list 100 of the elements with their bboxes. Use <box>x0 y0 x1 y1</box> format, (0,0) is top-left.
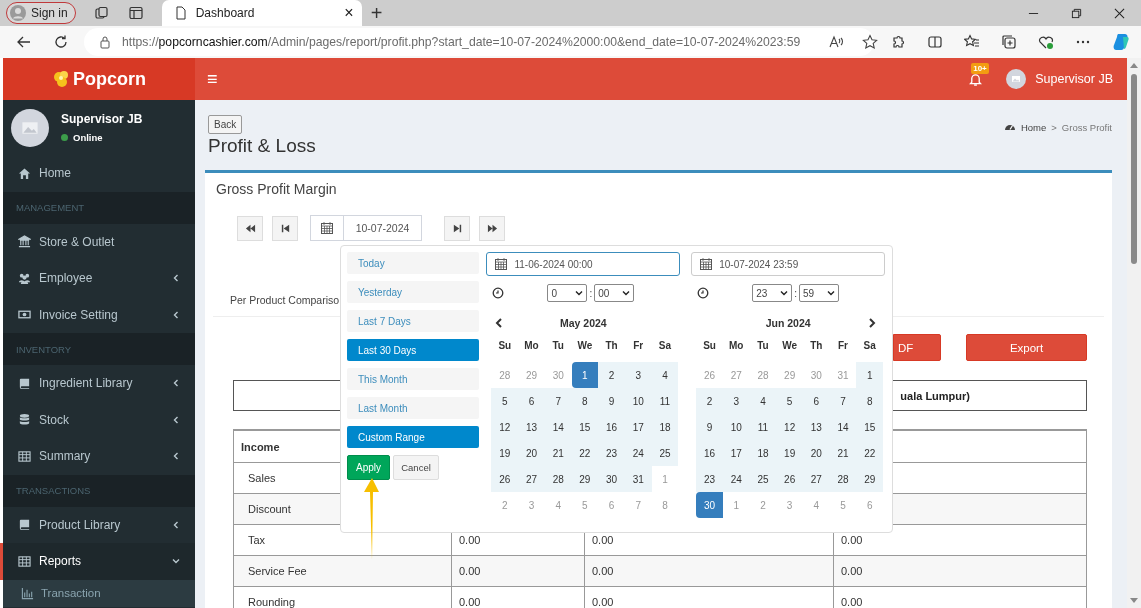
range-option[interactable]: Last 30 Days <box>347 339 480 361</box>
calendar-day[interactable]: 13 <box>518 414 545 440</box>
calendar-day[interactable]: 27 <box>518 466 545 492</box>
calendar-day[interactable]: 8 <box>856 388 884 414</box>
tab-actions-icon[interactable] <box>127 5 144 21</box>
cancel-button[interactable]: Cancel <box>393 455 439 480</box>
browser-tab[interactable]: Dashboard × <box>161 0 362 26</box>
range-option[interactable]: This Month <box>347 368 480 390</box>
calendar-day[interactable]: 21 <box>829 440 857 466</box>
calendar-day[interactable]: 7 <box>544 388 572 414</box>
calendar-day[interactable]: 11 <box>651 388 679 414</box>
calendar-day[interactable]: 27 <box>803 466 830 492</box>
user-name[interactable]: Supervisor JB <box>1035 72 1113 86</box>
new-tab-button[interactable]: + <box>370 1 383 25</box>
menu-toggle[interactable]: ≡ <box>207 68 218 90</box>
sidebar-item[interactable]: Home <box>0 155 195 192</box>
sidebar-item[interactable]: Summary <box>0 438 195 475</box>
range-option[interactable]: Today <box>347 252 480 274</box>
calendar-day[interactable]: 17 <box>624 414 652 440</box>
calendar-day[interactable]: 10 <box>624 388 652 414</box>
calendar-day[interactable]: 11 <box>749 414 777 440</box>
range-option[interactable]: Yesterday <box>347 281 480 303</box>
tab[interactable]: Per Product Compariso <box>230 293 340 306</box>
calendar-day[interactable]: 25 <box>749 466 777 492</box>
calendar-day[interactable]: 5 <box>491 388 519 414</box>
sidebar-item[interactable]: Employee <box>0 260 195 297</box>
range-option[interactable]: Last Month <box>347 397 480 419</box>
calendar-day[interactable]: 31 <box>624 466 652 492</box>
avatar-icon[interactable] <box>1006 69 1027 89</box>
calendar-day[interactable]: 6 <box>803 388 830 414</box>
next-button[interactable] <box>444 215 470 241</box>
calendar-day[interactable]: 18 <box>749 440 777 466</box>
calendar-day[interactable]: 12 <box>776 414 803 440</box>
calendar-day[interactable]: 26 <box>491 466 519 492</box>
copilot-icon[interactable] <box>1112 32 1132 52</box>
calendar-day[interactable]: 25 <box>651 440 679 466</box>
calendar-day[interactable]: 29 <box>856 466 884 492</box>
sidebar-item[interactable]: Reports <box>0 543 195 580</box>
calendar-day[interactable]: 22 <box>856 440 884 466</box>
calendar-day[interactable]: 13 <box>803 414 830 440</box>
calendar-day[interactable]: 6 <box>518 388 545 414</box>
workspaces-icon[interactable] <box>93 5 110 21</box>
calendar-day[interactable]: 16 <box>696 440 723 466</box>
calendar-day[interactable]: 20 <box>803 440 830 466</box>
sidebar-item[interactable]: Stock <box>0 401 195 438</box>
pdf-button[interactable]: DF <box>893 334 941 361</box>
calendar-day[interactable]: 9 <box>696 414 723 440</box>
sidebar-item[interactable]: Ingredient Library <box>0 365 195 402</box>
range-option[interactable]: Last 7 Days <box>347 310 480 332</box>
scrollbar[interactable] <box>1127 58 1141 608</box>
calendar-day[interactable]: 26 <box>776 466 803 492</box>
calendar-day[interactable]: 4 <box>651 362 679 388</box>
back-button[interactable]: Back <box>208 115 243 134</box>
calendar-day[interactable]: 24 <box>722 466 750 492</box>
sidebar-item[interactable]: Product Library <box>0 506 195 543</box>
range-option[interactable]: Custom Range <box>347 426 480 448</box>
scroll-down-icon[interactable] <box>1130 598 1138 604</box>
calendar-day[interactable]: 1 <box>856 362 884 388</box>
calendar-day[interactable]: 7 <box>829 388 857 414</box>
refresh-icon[interactable] <box>53 34 69 50</box>
calendar-day[interactable]: 3 <box>624 362 652 388</box>
collections-icon[interactable] <box>1001 34 1017 50</box>
calendar-day[interactable]: 30 <box>696 492 723 518</box>
calendar-day[interactable]: 14 <box>544 414 572 440</box>
hour-select[interactable]: 0 <box>547 284 588 302</box>
next-month-icon[interactable] <box>867 318 877 328</box>
sidebar-item[interactable]: Store & Outlet <box>0 223 195 260</box>
back-arrow-icon[interactable] <box>16 34 32 50</box>
calendar-day[interactable]: 30 <box>598 466 625 492</box>
calendar-day[interactable]: 17 <box>722 440 750 466</box>
calendar-day[interactable]: 14 <box>829 414 857 440</box>
date-time-field[interactable]: 11-06-2024 00:00 <box>486 252 681 276</box>
heart-icon[interactable] <box>1038 34 1054 50</box>
calendar-day[interactable]: 2 <box>696 388 723 414</box>
calendar-day[interactable]: 8 <box>571 388 599 414</box>
profile-button[interactable]: Sign in <box>6 2 76 24</box>
last-page-button[interactable] <box>479 215 505 241</box>
first-page-button[interactable] <box>237 215 263 241</box>
bell-icon[interactable] <box>969 71 983 87</box>
split-screen-icon[interactable] <box>927 34 943 50</box>
sidebar-item[interactable]: Invoice Setting <box>0 296 195 333</box>
favorites-icon[interactable] <box>964 34 980 50</box>
calendar-day[interactable]: 28 <box>544 466 572 492</box>
star-icon[interactable] <box>862 34 879 50</box>
calendar-day[interactable]: 22 <box>571 440 599 466</box>
close-tab-button[interactable]: × <box>344 4 354 22</box>
extensions-icon[interactable] <box>890 34 906 50</box>
minute-select[interactable]: 59 <box>799 284 839 302</box>
calendar-day[interactable]: 5 <box>776 388 803 414</box>
calendar-day[interactable]: 16 <box>598 414 625 440</box>
calendar-day[interactable]: 10 <box>722 414 750 440</box>
calendar-day[interactable]: 23 <box>598 440 625 466</box>
close-icon[interactable] <box>1114 7 1125 19</box>
calendar-day[interactable]: 23 <box>696 466 723 492</box>
calendar-day[interactable]: 1 <box>571 362 599 388</box>
calendar-day[interactable]: 15 <box>856 414 884 440</box>
calendar-day[interactable]: 4 <box>749 388 777 414</box>
hour-select[interactable]: 23 <box>752 284 793 302</box>
export-button[interactable]: Export <box>966 334 1087 361</box>
date-time-field[interactable]: 10-07-2024 23:59 <box>691 252 885 276</box>
